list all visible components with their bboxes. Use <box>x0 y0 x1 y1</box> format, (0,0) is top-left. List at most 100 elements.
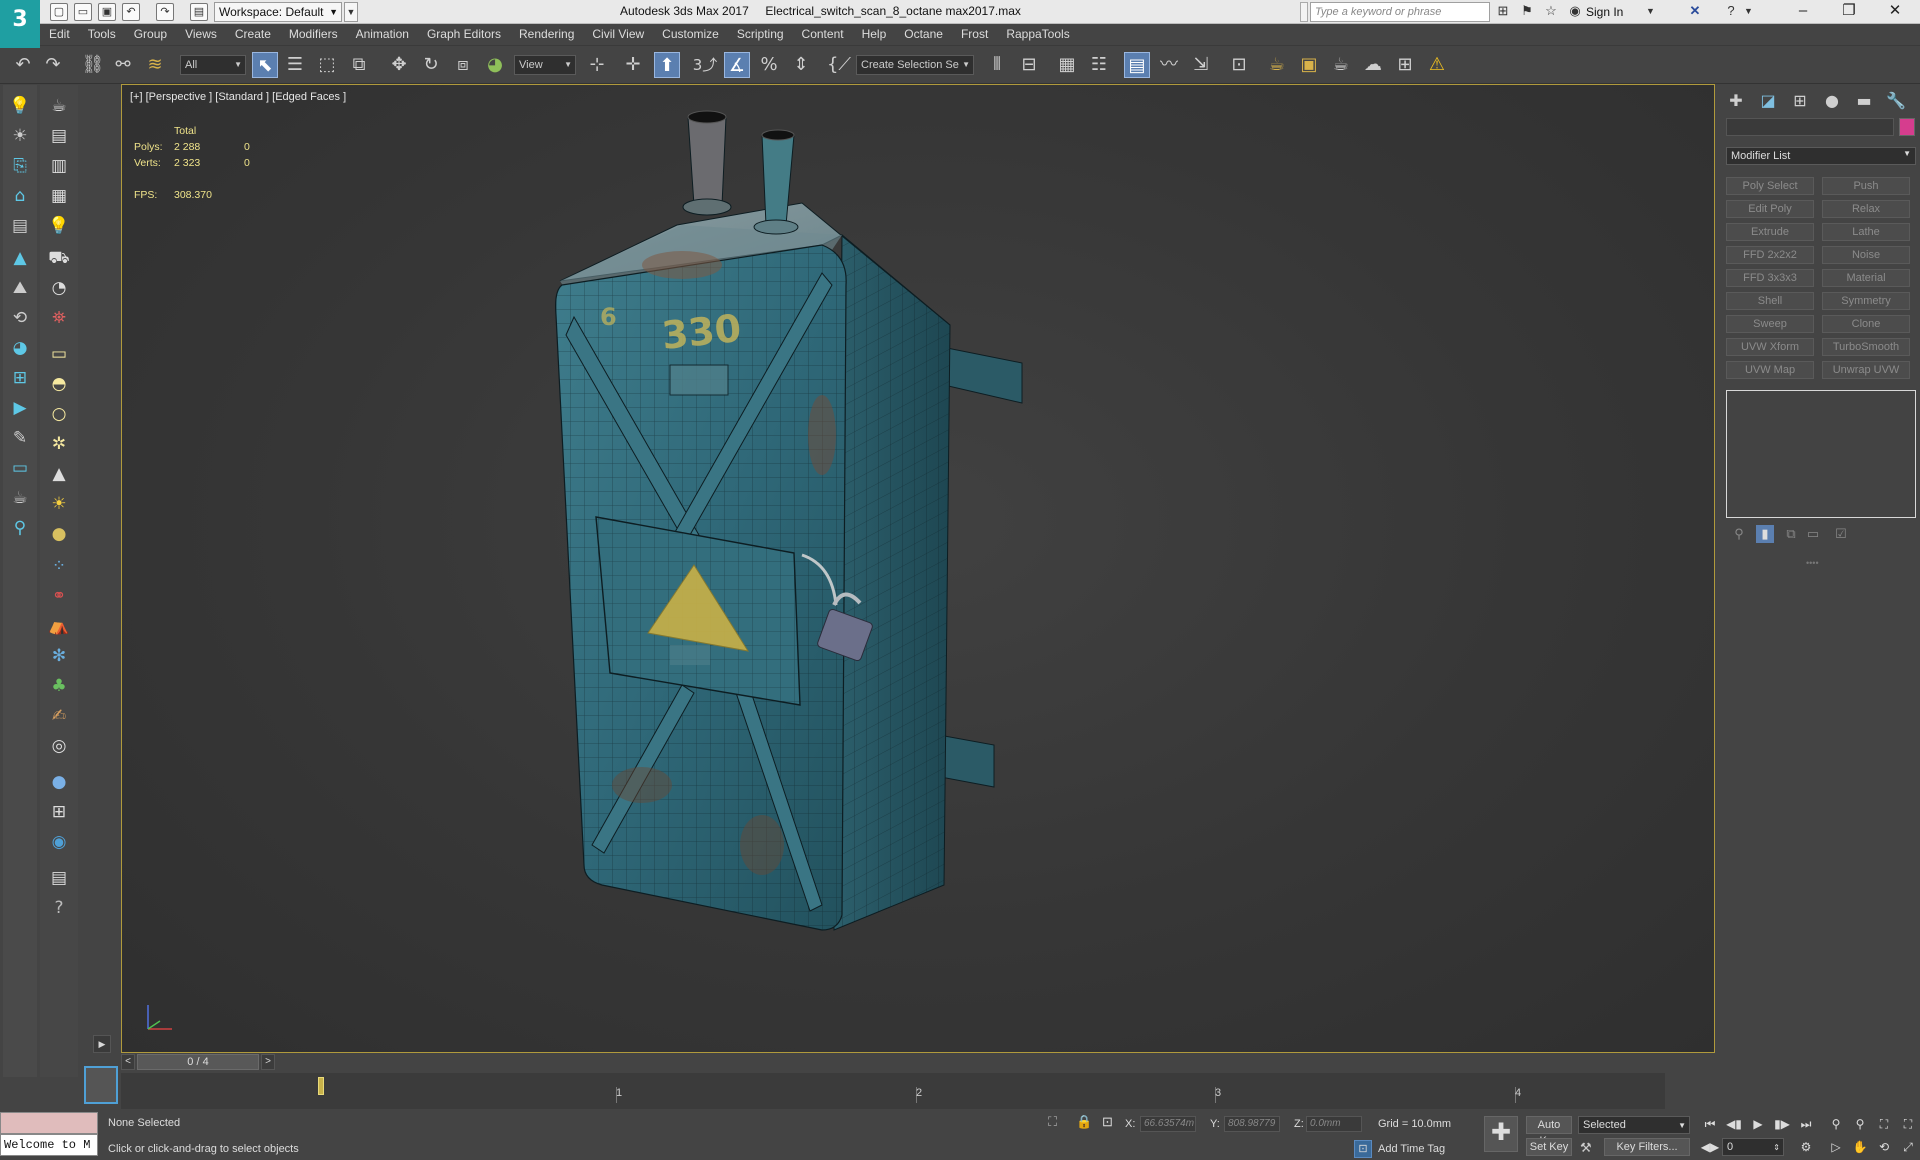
modifier-button-ffd-3x3x3[interactable]: FFD 3x3x3 <box>1726 269 1814 287</box>
menu-customize[interactable]: Customize <box>653 24 728 46</box>
scatter-icon[interactable]: ⊞ <box>46 799 72 825</box>
modify-tab-icon[interactable]: ◪ <box>1756 89 1780 113</box>
auto-key-button[interactable]: Auto Key <box>1526 1116 1572 1147</box>
isolate-selection-icon[interactable]: ⛶ <box>1048 1114 1057 1130</box>
align-icon[interactable]: ⊟ <box>1016 52 1042 78</box>
modifier-button-symmetry[interactable]: Symmetry <box>1822 292 1910 310</box>
dome-icon[interactable]: ◓ <box>46 371 72 397</box>
reference-coordinate-dropdown[interactable]: View ▼ <box>514 55 576 75</box>
percent-snap-icon[interactable]: % <box>756 52 782 78</box>
time-tag-icon[interactable]: ⊡ <box>1354 1140 1372 1158</box>
perspective-viewport[interactable]: [+] [Perspective ] [Standard ] [Edged Fa… <box>122 85 1714 1052</box>
mountain-icon[interactable]: ⛰ <box>7 275 33 301</box>
modifier-button-unwrap-uvw[interactable]: Unwrap UVW <box>1822 361 1910 379</box>
autodesk-exchange-icon[interactable]: ✕ <box>1686 3 1704 19</box>
snaps-toggle-icon[interactable]: 3⤴ <box>692 52 718 78</box>
sphere-light-icon[interactable]: ○ <box>46 401 72 427</box>
field-of-view-icon[interactable]: ▷ <box>1826 1137 1846 1157</box>
window-crossing-icon[interactable]: ⧉ <box>346 52 372 78</box>
search-expand-icon[interactable] <box>1300 2 1308 22</box>
open-file-icon[interactable]: ▭ <box>74 3 92 21</box>
modifier-button-shell[interactable]: Shell <box>1726 292 1814 310</box>
menu-views[interactable]: Views <box>176 24 226 46</box>
named-selection-sets-dropdown[interactable]: Create Selection Se ▼ <box>856 55 974 75</box>
help-dock-icon[interactable]: ? <box>46 895 72 921</box>
absolute-mode-icon[interactable]: ⊡ <box>1102 1114 1113 1130</box>
modifier-button-edit-poly[interactable]: Edit Poly <box>1726 200 1814 218</box>
orbit-icon[interactable]: ⟲ <box>1874 1137 1894 1157</box>
edit-named-selection-icon[interactable]: {⟋ <box>826 52 852 78</box>
remove-modifier-icon[interactable]: ▭ <box>1804 525 1822 543</box>
teapot-create-icon[interactable]: ☕ <box>46 93 72 119</box>
make-unique-icon[interactable]: ⧉ <box>1782 525 1800 543</box>
material-editor-icon[interactable]: ⊡ <box>1226 52 1252 78</box>
communication-icon[interactable]: ⚑ <box>1518 3 1536 19</box>
time-configuration-icon[interactable]: ⚙ <box>1796 1137 1816 1157</box>
play-icon[interactable]: ▶ <box>1748 1114 1768 1134</box>
zoom-extents-icon[interactable]: ⛶ <box>1874 1114 1894 1134</box>
maxscript-mini-listener[interactable]: Welcome to M <box>0 1134 98 1156</box>
binoculars-icon[interactable]: ⊞ <box>1494 3 1512 19</box>
undo-icon[interactable]: ↶ <box>10 52 36 78</box>
search-input[interactable]: Type a keyword or phrase <box>1310 2 1490 22</box>
camera-icon[interactable]: ⎘ <box>7 153 33 179</box>
camera-rig-icon[interactable]: ⛯ <box>46 305 72 331</box>
modifier-button-clone[interactable]: Clone <box>1822 315 1910 333</box>
redo-icon[interactable]: ↷ <box>40 52 66 78</box>
pin-stack-icon[interactable]: ⚲ <box>1730 525 1748 543</box>
current-frame-marker[interactable] <box>318 1077 324 1095</box>
schematic-view-icon[interactable]: ⇲ <box>1188 52 1214 78</box>
selection-filter-dropdown[interactable]: All ▼ <box>180 55 246 75</box>
modifier-button-sweep[interactable]: Sweep <box>1726 315 1814 333</box>
modifier-button-uvw-xform[interactable]: UVW Xform <box>1726 338 1814 356</box>
sign-in-button[interactable]: Sign In <box>1586 5 1623 19</box>
render-production-icon[interactable]: ☕ <box>1328 52 1354 78</box>
link-icon[interactable]: ⛓ <box>80 52 106 78</box>
sphere-blue-icon[interactable]: ● <box>46 769 72 795</box>
menu-rendering[interactable]: Rendering <box>510 24 583 46</box>
set-key-plus-icon[interactable]: ✚ <box>1484 1116 1518 1152</box>
menu-content[interactable]: Content <box>793 24 853 46</box>
zoom-icon[interactable]: ⚲ <box>1826 1114 1846 1134</box>
modifier-button-material[interactable]: Material <box>1822 269 1910 287</box>
go-to-end-icon[interactable]: ⏭ <box>1796 1114 1816 1134</box>
sphere-icon[interactable]: ◕ <box>7 335 33 361</box>
sun-icon[interactable]: ☀ <box>7 123 33 149</box>
a360-gallery-icon[interactable]: ⊞ <box>1392 52 1418 78</box>
teapot-icon[interactable]: ☕ <box>7 485 33 511</box>
minimize-button[interactable]: – <box>1780 0 1826 24</box>
pan-view-icon[interactable]: ✋ <box>1850 1137 1870 1157</box>
modifier-button-relax[interactable]: Relax <box>1822 200 1910 218</box>
pivot-center-icon[interactable]: ⊹ <box>584 52 610 78</box>
modifier-button-uvw-map[interactable]: UVW Map <box>1726 361 1814 379</box>
toggle-ribbon-icon[interactable]: ▤ <box>1124 52 1150 78</box>
select-and-place-icon[interactable]: ◕ <box>482 52 508 78</box>
mini-curve-editor-toggle[interactable] <box>84 1066 118 1104</box>
redo-quick-icon[interactable]: ↷ <box>156 3 174 21</box>
motion-tab-icon[interactable]: ● <box>1820 89 1844 113</box>
octane-icon[interactable]: ◉ <box>46 829 72 855</box>
key-filters-button[interactable]: Key Filters... <box>1604 1138 1690 1156</box>
modifier-button-ffd-2x2x2[interactable]: FFD 2x2x2 <box>1726 246 1814 264</box>
select-and-scale-icon[interactable]: ⧈ <box>450 52 476 78</box>
tent-icon[interactable]: ⛺ <box>46 613 72 639</box>
keyboard-shortcut-override-icon[interactable]: ⬆ <box>654 52 680 78</box>
time-slider[interactable]: < 0 / 4 > <box>121 1053 1715 1071</box>
go-to-start-icon[interactable]: ⏮ <box>1700 1114 1720 1134</box>
arrow-marker-icon[interactable]: ▲ <box>7 245 33 271</box>
key-set-dropdown[interactable]: Selected ▼ <box>1578 1116 1690 1134</box>
menu-group[interactable]: Group <box>125 24 176 46</box>
book-icon[interactable]: ▤ <box>7 213 33 239</box>
new-file-icon[interactable]: ▢ <box>50 3 68 21</box>
render-in-cloud-icon[interactable]: ☁ <box>1360 52 1386 78</box>
monitor-icon[interactable]: ▭ <box>7 455 33 481</box>
render-setup-icon[interactable]: ☕ <box>1264 52 1290 78</box>
warning-icon[interactable]: ⚠ <box>1424 52 1450 78</box>
select-and-move-icon[interactable]: ✥ <box>386 52 412 78</box>
key-mode-icon[interactable]: ⚒ <box>1580 1140 1592 1156</box>
modifier-button-noise[interactable]: Noise <box>1822 246 1910 264</box>
disc-icon[interactable]: ● <box>46 521 72 547</box>
unlink-icon[interactable]: ⚯ <box>110 52 136 78</box>
menu-modifiers[interactable]: Modifiers <box>280 24 347 46</box>
paint-icon[interactable]: ✎ <box>7 425 33 451</box>
